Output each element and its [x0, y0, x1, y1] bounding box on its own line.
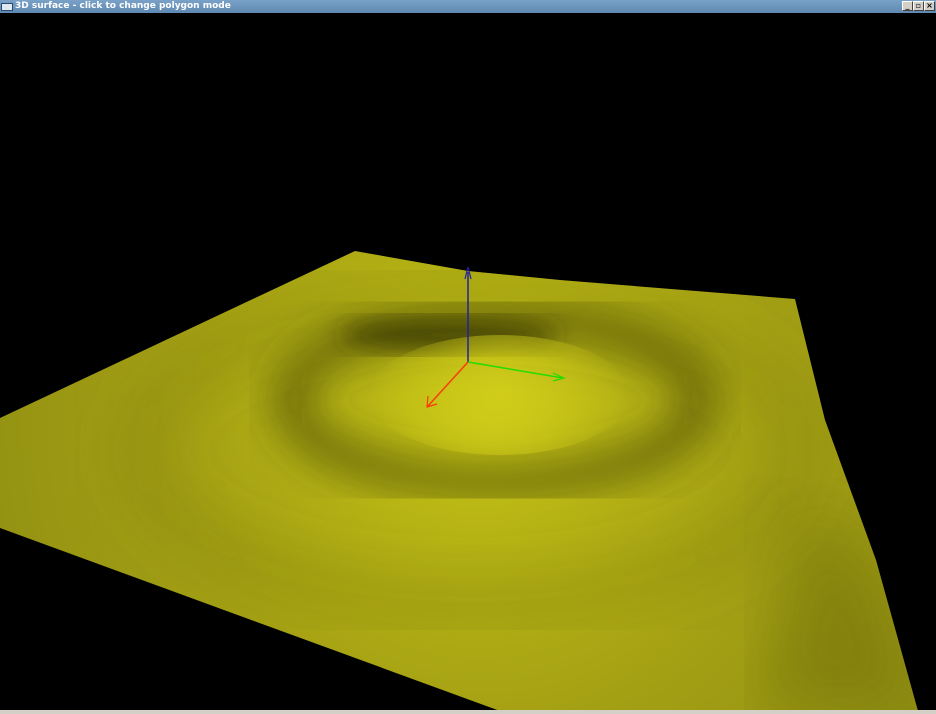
close-button[interactable]: × [924, 1, 935, 11]
minimize-button[interactable]: _ [902, 1, 913, 11]
title-bar[interactable]: 3D surface - click to change polygon mod… [0, 0, 936, 13]
surface-peak-highlight [370, 335, 630, 455]
app-window: 3D surface - click to change polygon mod… [0, 0, 936, 714]
app-icon [1, 2, 13, 11]
window-bottom-border [0, 710, 936, 714]
window-title: 3D surface - click to change polygon mod… [15, 1, 231, 11]
window-controls: _ ▫ × [902, 1, 935, 11]
surface [0, 251, 918, 711]
gl-viewport[interactable] [0, 13, 936, 712]
restore-button[interactable]: ▫ [913, 1, 924, 11]
